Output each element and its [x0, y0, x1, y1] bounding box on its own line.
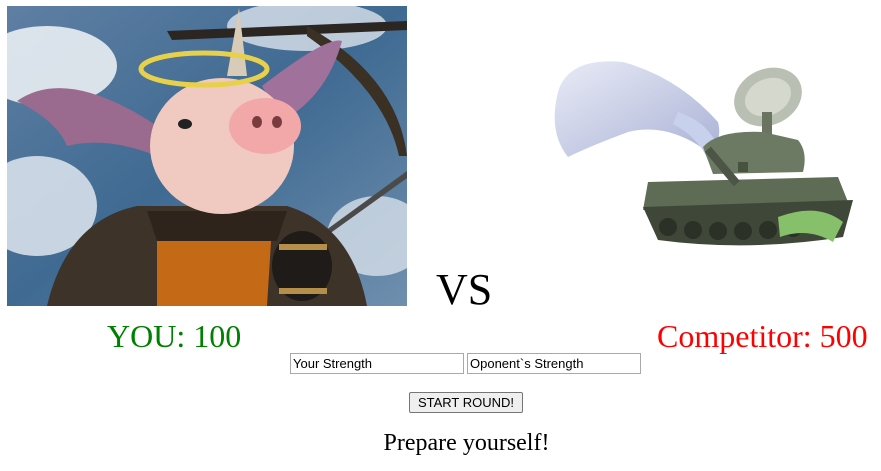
player-image [7, 6, 407, 306]
your-strength-input[interactable] [290, 353, 464, 374]
status-message: Prepare yourself! [383, 430, 550, 456]
start-round-button[interactable]: START ROUND! [409, 392, 523, 413]
player-score: YOU: 100 [107, 318, 242, 354]
opponent-image [548, 52, 858, 257]
opponent-strength-input[interactable] [467, 353, 641, 374]
competitor-score: Competitor: 500 [657, 318, 868, 354]
game-page: VS YOU: 100 Competitor: 500 START ROUND!… [0, 0, 881, 471]
versus-label: VS [436, 265, 493, 314]
